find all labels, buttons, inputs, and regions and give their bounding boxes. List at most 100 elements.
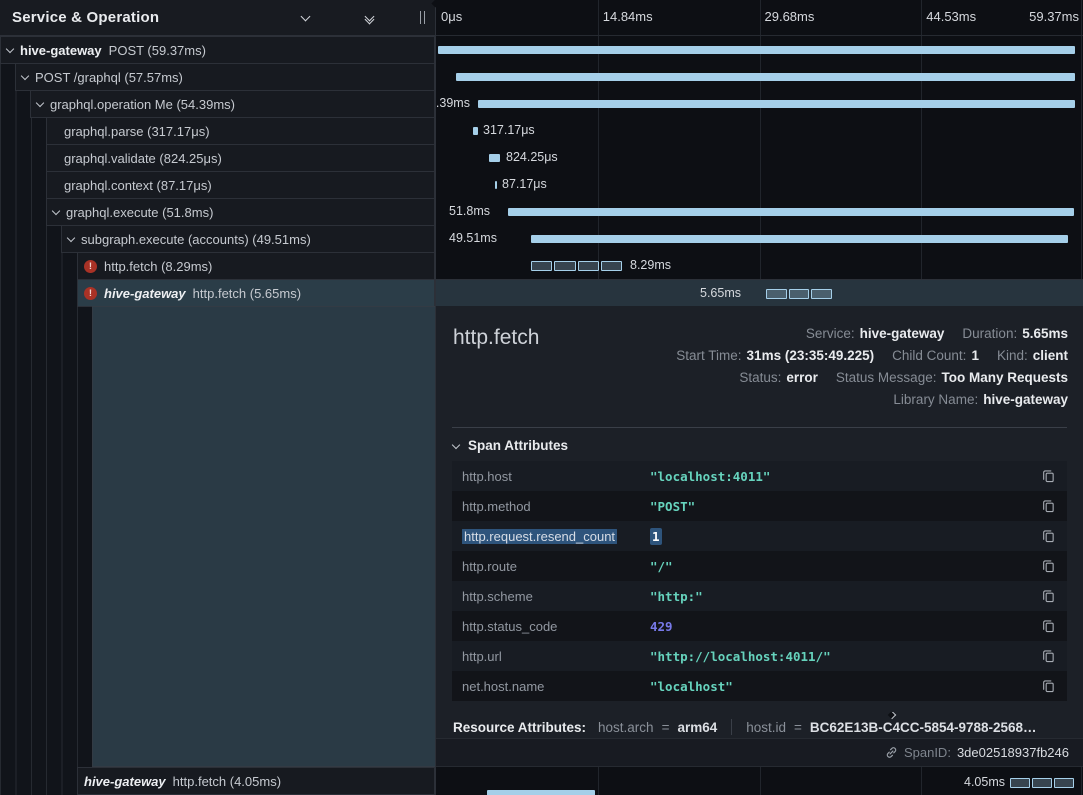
meta-label: Status Message: (836, 367, 937, 389)
span-operation: http.fetch (4.05ms) (173, 774, 281, 789)
attribute-value: "POST" (650, 499, 695, 514)
meta-label: Child Count: (892, 345, 966, 367)
attribute-row: http.request.resend_count 1 (452, 521, 1067, 551)
chevron-down-icon[interactable] (298, 10, 314, 26)
bar-duration-label: 87.17μs (502, 177, 547, 191)
meta-value: 31ms (23:35:49.225) (747, 345, 875, 367)
span-tree-panel: Service & Operation hive-gateway POST (5… (0, 0, 436, 795)
span-bar[interactable] (489, 154, 500, 162)
chevron-right-icon[interactable] (330, 10, 346, 26)
attribute-row: http.status_code 429 (452, 611, 1067, 641)
span-operation: graphql.parse (317.17μs) (64, 124, 210, 139)
chevron-down-icon[interactable] (67, 234, 75, 242)
timeline-row[interactable]: 317.17μs (436, 117, 1083, 144)
tree-header: Service & Operation (0, 0, 435, 36)
copy-button[interactable] (1040, 557, 1057, 575)
span-bar[interactable] (438, 46, 1075, 54)
panel-resize-handle[interactable] (420, 11, 426, 24)
span-bar[interactable] (495, 181, 497, 189)
span-bar[interactable] (456, 73, 1075, 81)
attribute-key: http.host (462, 469, 650, 484)
timeline-row[interactable]: 49.51ms (436, 225, 1083, 252)
span-row-http-fetch-8ms[interactable]: ! http.fetch (8.29ms) (77, 252, 435, 280)
copy-icon (1042, 499, 1055, 513)
expand-all-icon[interactable] (394, 10, 410, 26)
copy-button[interactable] (1040, 467, 1057, 485)
bar-duration-label: 5.65ms (700, 286, 741, 300)
partial-span-bar[interactable] (487, 790, 595, 795)
chevron-down-icon[interactable] (21, 72, 29, 80)
span-row-graphql-operation[interactable]: graphql.operation Me (54.39ms) (30, 90, 435, 118)
span-bar[interactable] (478, 100, 1075, 108)
span-row-http-fetch-5ms-selected[interactable]: ! hive-gateway http.fetch (5.65ms) (77, 279, 435, 307)
span-row-hive-gateway-post[interactable]: hive-gateway POST (59.37ms) (0, 36, 435, 64)
span-row-graphql-execute[interactable]: graphql.execute (51.8ms) (46, 198, 435, 226)
timeline-row[interactable] (436, 63, 1083, 90)
copy-button[interactable] (1040, 677, 1057, 695)
chevron-down-icon (452, 440, 460, 448)
copy-button[interactable] (1040, 647, 1057, 665)
copy-button[interactable] (1040, 527, 1057, 545)
copy-icon (1042, 619, 1055, 633)
error-icon: ! (84, 260, 97, 273)
timeline-row[interactable]: 8.29ms (436, 252, 1083, 279)
span-operation: graphql.operation Me (54.39ms) (50, 97, 235, 112)
attribute-key: http.method (462, 499, 650, 514)
chevron-down-icon[interactable] (36, 99, 44, 107)
span-operation: POST (59.37ms) (109, 43, 206, 58)
span-attributes-toggle[interactable]: Span Attributes (453, 438, 568, 453)
collapse-all-icon[interactable] (362, 10, 378, 26)
timeline-row-selected[interactable]: 5.65ms (436, 279, 1083, 307)
span-bar[interactable] (473, 127, 478, 135)
span-meta: Service:hive-gateway Duration:5.65ms Sta… (676, 323, 1068, 411)
copy-icon (1042, 469, 1055, 483)
attribute-row: net.host.name "localhost" (452, 671, 1067, 701)
span-row-subgraph-execute[interactable]: subgraph.execute (accounts) (49.51ms) (61, 225, 435, 253)
resource-key: host.id (746, 720, 786, 735)
bar-duration-label: 49.51ms (449, 231, 497, 245)
bar-duration-label: 54.39ms (436, 96, 470, 110)
span-bar[interactable] (508, 208, 1074, 216)
span-row-http-fetch-4ms[interactable]: hive-gateway http.fetch (4.05ms) (77, 767, 435, 795)
timeline-row[interactable]: 51.8ms (436, 198, 1083, 225)
resource-value: BC62E13B-C4CC-5854-9788-2568… (810, 720, 1037, 735)
chevron-down-icon[interactable] (6, 45, 14, 53)
timeline-row[interactable] (436, 36, 1083, 63)
span-operation: graphql.execute (51.8ms) (66, 205, 213, 220)
timeline-row[interactable]: 824.25μs (436, 144, 1083, 171)
meta-value: client (1033, 345, 1068, 367)
copy-button[interactable] (1040, 587, 1057, 605)
span-service: hive-gateway (20, 43, 102, 58)
span-row-post-graphql[interactable]: POST /graphql (57.57ms) (15, 63, 435, 91)
span-service: hive-gateway (104, 286, 186, 301)
span-detail-title: http.fetch (453, 326, 539, 350)
attribute-value: 1 (650, 529, 662, 544)
span-detail-expansion-area (92, 306, 435, 767)
copy-button[interactable] (1040, 497, 1057, 515)
meta-label: Status: (739, 367, 781, 389)
copy-icon (1042, 679, 1055, 693)
span-bar-segmented[interactable] (531, 261, 622, 271)
chevron-right-icon (888, 712, 896, 719)
meta-label: Duration: (962, 323, 1017, 345)
timeline-row[interactable]: 4.05ms (436, 767, 1083, 795)
timeline-row[interactable]: 87.17μs (436, 171, 1083, 198)
attribute-value: "/" (650, 559, 673, 574)
span-operation: graphql.context (87.17μs) (64, 178, 212, 193)
span-bar-segmented[interactable] (766, 289, 832, 299)
chevron-down-icon[interactable] (52, 207, 60, 215)
bar-duration-label: 317.17μs (483, 123, 535, 137)
span-row-graphql-context[interactable]: graphql.context (87.17μs) (46, 171, 435, 199)
copy-button[interactable] (1040, 617, 1057, 635)
span-row-graphql-validate[interactable]: graphql.validate (824.25μs) (46, 144, 435, 172)
span-operation: graphql.validate (824.25μs) (64, 151, 222, 166)
copy-icon (1042, 559, 1055, 573)
timeline-row[interactable]: 54.39ms (436, 90, 1083, 117)
meta-value: error (786, 367, 818, 389)
span-bar[interactable] (531, 235, 1068, 243)
span-bar-segmented[interactable] (1010, 778, 1074, 788)
link-icon[interactable] (885, 746, 898, 759)
meta-value: hive-gateway (983, 389, 1068, 411)
span-row-graphql-parse[interactable]: graphql.parse (317.17μs) (46, 117, 435, 145)
timeline-tick: 14.84ms (603, 9, 653, 24)
